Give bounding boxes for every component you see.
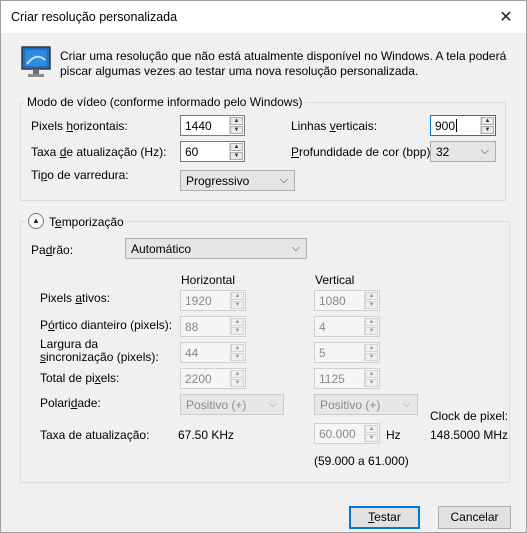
spin-up-icon[interactable]: ▲ bbox=[230, 117, 243, 125]
total-pixels-v-spinner[interactable]: 1125 ▲ ▼ bbox=[314, 368, 380, 389]
chevron-down-icon: ⌵ bbox=[291, 242, 300, 254]
spin-up-icon[interactable]: ▲ bbox=[230, 143, 243, 151]
spin-down-icon[interactable]: ▼ bbox=[481, 126, 494, 134]
polarity-label: Polaridade: bbox=[40, 396, 101, 410]
color-depth-value: 32 bbox=[436, 145, 450, 159]
horizontal-pixels-value: 1440 bbox=[185, 119, 212, 133]
timing-refresh-unit: Hz bbox=[386, 428, 401, 442]
spin-up-icon[interactable]: ▲ bbox=[365, 292, 378, 300]
close-icon: ✕ bbox=[499, 9, 513, 26]
spin-down-icon[interactable]: ▼ bbox=[231, 301, 244, 309]
spin-up-icon[interactable]: ▲ bbox=[365, 318, 378, 326]
scan-type-select[interactable]: Progressivo ⌵ bbox=[180, 170, 295, 191]
pixel-clock-value: 148.5000 MHz bbox=[430, 428, 509, 442]
spin-up-icon[interactable]: ▲ bbox=[365, 344, 378, 352]
spin-up-icon[interactable]: ▲ bbox=[365, 425, 378, 433]
color-depth-label: Profundidade de cor (bpp): bbox=[291, 145, 434, 159]
total-pixels-label: Total de pixels: bbox=[40, 371, 120, 385]
total-pixels-h-spinner[interactable]: 2200 ▲ ▼ bbox=[180, 368, 246, 389]
scan-type-value: Progressivo bbox=[186, 174, 250, 188]
monitor-icon bbox=[21, 46, 51, 77]
standard-label: Padrão: bbox=[31, 243, 74, 257]
sync-width-label: Largura da sincronização (pixels): bbox=[40, 337, 159, 364]
active-pixels-v-spinner[interactable]: 1080 ▲ ▼ bbox=[314, 290, 380, 311]
scan-type-label: Tipo de varredura: bbox=[31, 168, 129, 182]
timing-refresh-range: (59.000 a 61.000) bbox=[314, 454, 409, 468]
timing-legend: ▲ Temporização bbox=[25, 213, 125, 231]
spin-up-icon[interactable]: ▲ bbox=[365, 370, 378, 378]
vertical-lines-value: 900 bbox=[435, 119, 458, 133]
video-mode-legend: Modo de vídeo (conforme informado pelo W… bbox=[24, 95, 306, 109]
vertical-lines-spinner[interactable]: 900 ▲ ▼ bbox=[430, 115, 496, 136]
spin-down-icon[interactable]: ▼ bbox=[230, 126, 243, 134]
collapse-icon[interactable]: ▲ bbox=[28, 213, 44, 229]
sync-width-h-spinner[interactable]: 44 ▲ ▼ bbox=[180, 342, 246, 363]
refresh-rate-value: 60 bbox=[185, 145, 199, 159]
chevron-down-icon: ⌵ bbox=[268, 398, 277, 410]
spin-down-icon[interactable]: ▼ bbox=[365, 301, 378, 309]
active-pixels-label: Pixels ativos: bbox=[40, 291, 111, 305]
spin-up-icon[interactable]: ▲ bbox=[231, 370, 244, 378]
spin-up-icon[interactable]: ▲ bbox=[231, 318, 244, 326]
col-vertical-header: Vertical bbox=[315, 273, 355, 287]
horizontal-pixels-spinner[interactable]: 1440 ▲ ▼ bbox=[180, 115, 245, 136]
spin-down-icon[interactable]: ▼ bbox=[231, 327, 244, 335]
col-horizontal-header: Horizontal bbox=[181, 273, 236, 287]
color-depth-select[interactable]: 32 ⌵ bbox=[430, 141, 496, 162]
spin-up-icon[interactable]: ▲ bbox=[231, 344, 244, 352]
spin-down-icon[interactable]: ▼ bbox=[365, 434, 378, 442]
chevron-down-icon: ⌵ bbox=[279, 174, 288, 186]
chevron-down-icon: ⌵ bbox=[402, 398, 411, 410]
spin-up-icon[interactable]: ▲ bbox=[481, 117, 494, 125]
spin-down-icon[interactable]: ▼ bbox=[365, 327, 378, 335]
chevron-down-icon: ⌵ bbox=[480, 145, 489, 157]
standard-value: Automático bbox=[131, 242, 192, 256]
front-porch-h-spinner[interactable]: 88 ▲ ▼ bbox=[180, 316, 246, 337]
pixel-clock-label: Clock de pixel: bbox=[430, 409, 509, 423]
spin-down-icon[interactable]: ▼ bbox=[365, 379, 378, 387]
refresh-rate-spinner[interactable]: 60 ▲ ▼ bbox=[180, 141, 245, 162]
vertical-lines-label: Linhas verticais: bbox=[291, 119, 378, 133]
title-bar: Criar resolução personalizada ✕ bbox=[1, 1, 526, 33]
close-button[interactable]: ✕ bbox=[486, 1, 526, 33]
front-porch-label: Pórtico dianteiro (pixels): bbox=[40, 318, 173, 332]
spin-down-icon[interactable]: ▼ bbox=[231, 379, 244, 387]
spin-down-icon[interactable]: ▼ bbox=[365, 353, 378, 361]
horizontal-pixels-label: Pixels horizontais: bbox=[31, 119, 128, 133]
dialog-window: Criar resolução personalizada ✕ Criar um… bbox=[0, 0, 527, 533]
active-pixels-h-spinner[interactable]: 1920 ▲ ▼ bbox=[180, 290, 246, 311]
cancel-button[interactable]: Cancelar bbox=[438, 506, 511, 529]
timing-refresh-label: Taxa de atualização: bbox=[40, 428, 150, 442]
spin-up-icon[interactable]: ▲ bbox=[231, 292, 244, 300]
window-title: Criar resolução personalizada bbox=[11, 10, 178, 24]
test-button[interactable]: Testar bbox=[349, 506, 420, 529]
polarity-v-select[interactable]: Positivo (+) ⌵ bbox=[314, 394, 418, 415]
spin-down-icon[interactable]: ▼ bbox=[231, 353, 244, 361]
spin-down-icon[interactable]: ▼ bbox=[230, 152, 243, 160]
timing-refresh-v-spinner[interactable]: 60.000 ▲ ▼ bbox=[314, 423, 380, 444]
polarity-h-select[interactable]: Positivo (+) ⌵ bbox=[180, 394, 284, 415]
intro-text: Criar uma resolução que não está atualme… bbox=[60, 49, 507, 78]
sync-width-v-spinner[interactable]: 5 ▲ ▼ bbox=[314, 342, 380, 363]
refresh-rate-label: Taxa de atualização (Hz): bbox=[31, 145, 167, 159]
front-porch-v-spinner[interactable]: 4 ▲ ▼ bbox=[314, 316, 380, 337]
standard-select[interactable]: Automático ⌵ bbox=[125, 238, 307, 259]
timing-refresh-h-value: 67.50 KHz bbox=[178, 428, 235, 442]
